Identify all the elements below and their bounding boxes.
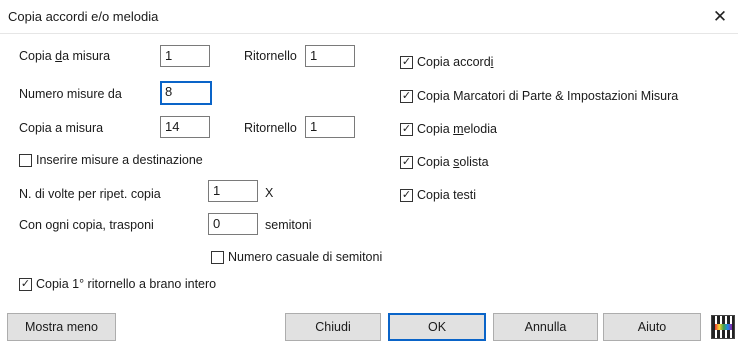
unchecked-box-icon (211, 250, 224, 264)
copy-to-input[interactable]: 14 (160, 116, 210, 138)
close-icon[interactable]: ✕ (708, 5, 732, 29)
repeat-to-input[interactable]: 1 (305, 116, 355, 138)
checkmark-icon: ✓ (19, 277, 32, 291)
checkmark-icon: ✓ (400, 122, 413, 136)
copy-from-label: Copia da misura (19, 49, 111, 63)
copy-melody-label: Copia melodia (417, 122, 497, 136)
cancel-button[interactable]: Annulla (493, 313, 598, 341)
help-button[interactable]: Aiuto (603, 313, 701, 341)
copy-chords-melody-dialog: Copia accordi e/o melodia ✕ Copia da mis… (0, 0, 738, 346)
checkmark-icon: ✓ (400, 188, 413, 202)
repeat-from-label: Ritornello (244, 49, 297, 63)
copy-chords-label: Copia accordi (417, 55, 494, 69)
unchecked-box-icon (19, 153, 32, 167)
copy-soloist-label: Copia solista (417, 155, 489, 169)
insert-bars-checkbox[interactable]: Inserire misure a destinazione (19, 153, 203, 167)
times-suffix: X (265, 186, 274, 200)
band-in-a-box-icon[interactable] (711, 315, 735, 339)
random-semitones-label: Numero casuale di semitoni (228, 250, 383, 264)
checkmark-icon: ✓ (400, 89, 413, 103)
copy-lyrics-checkbox[interactable]: ✓ Copia testi (400, 188, 476, 202)
copy-first-ending-label: Copia 1° ritornello a brano intero (36, 277, 217, 291)
insert-bars-label: Inserire misure a destinazione (36, 153, 203, 167)
num-bars-input[interactable]: 8 (160, 81, 212, 105)
checkmark-icon: ✓ (400, 155, 413, 169)
transpose-label: Con ogni copia, trasponi (19, 218, 154, 232)
show-less-button[interactable]: Mostra meno (7, 313, 116, 341)
copy-to-label: Copia a misura (19, 121, 104, 135)
times-input[interactable]: 1 (208, 180, 258, 202)
copy-chords-checkbox[interactable]: ✓ Copia accordi (400, 55, 493, 69)
close-button[interactable]: Chiudi (285, 313, 381, 341)
icon-color-bar (715, 324, 732, 330)
random-semitones-checkbox[interactable]: Numero casuale di semitoni (211, 250, 382, 264)
copy-markers-label: Copia Marcatori di Parte & Impostazioni … (417, 89, 679, 103)
copy-melody-checkbox[interactable]: ✓ Copia melodia (400, 122, 497, 136)
checkmark-icon: ✓ (400, 55, 413, 69)
transpose-input[interactable]: 0 (208, 213, 258, 235)
copy-markers-checkbox[interactable]: ✓ Copia Marcatori di Parte & Impostazion… (400, 89, 678, 103)
repeat-to-label: Ritornello (244, 121, 297, 135)
copy-soloist-checkbox[interactable]: ✓ Copia solista (400, 155, 489, 169)
transpose-suffix: semitoni (265, 218, 312, 232)
copy-lyrics-label: Copia testi (417, 188, 477, 202)
copy-first-ending-checkbox[interactable]: ✓ Copia 1° ritornello a brano intero (19, 277, 216, 291)
title-bar: Copia accordi e/o melodia ✕ (0, 0, 738, 34)
copy-from-input[interactable]: 1 (160, 45, 210, 67)
times-label: N. di volte per ripet. copia (19, 187, 161, 201)
ok-button[interactable]: OK (388, 313, 486, 341)
num-bars-label: Numero misure da (19, 87, 122, 101)
dialog-title: Copia accordi e/o melodia (8, 9, 159, 24)
repeat-from-input[interactable]: 1 (305, 45, 355, 67)
